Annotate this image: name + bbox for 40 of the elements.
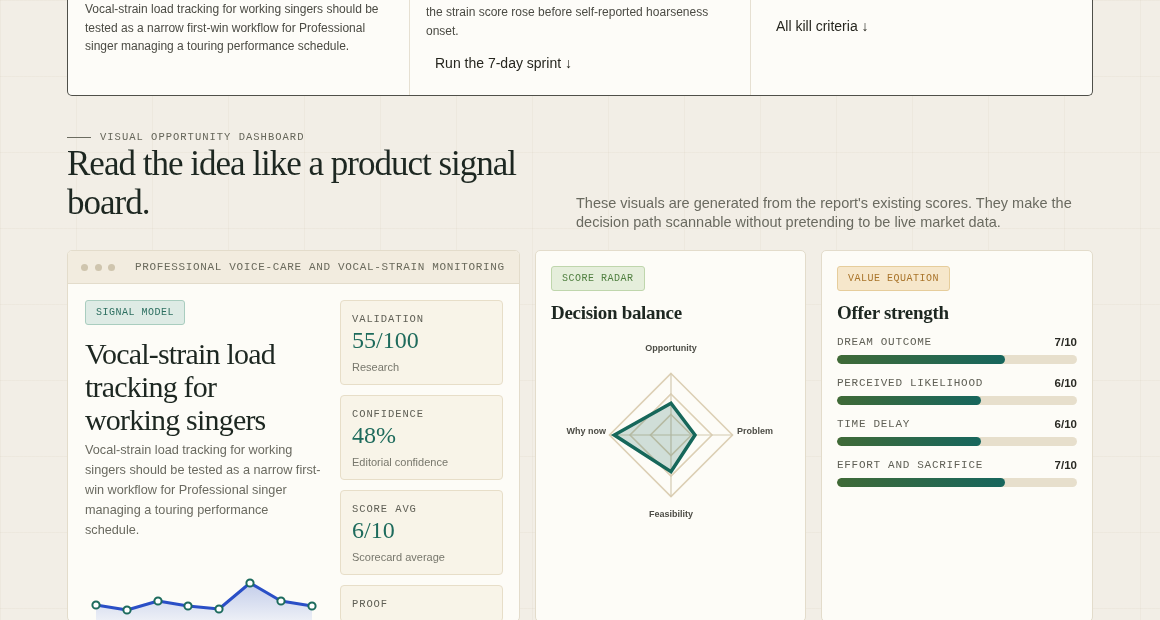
axis-label: Opportunity xyxy=(645,343,697,354)
factor-score: 6/10 xyxy=(1054,376,1077,390)
metric-label: SCORE AVG xyxy=(352,502,418,516)
section-heading: Read the idea like a product signal board. xyxy=(67,144,518,222)
summary-text: Vocal-strain load tracking for working singers should be tested as a narrow first-win workflow for Professional singer managing a touring performance schedule. xyxy=(85,1,380,55)
metric-value: 48% xyxy=(352,421,397,449)
metric-label: PROOF xyxy=(352,597,389,611)
factor-label: EFFORT AND SACRIFICE xyxy=(837,458,984,472)
axis-label: Why now xyxy=(566,426,606,437)
card-description: Vocal-strain load tracking for working singers should be tested as a narrow first-win workflow for Professional singer managing a touring performance schedule. xyxy=(85,442,322,539)
category-badge: SCORE RADAR xyxy=(551,266,645,291)
factor-label: PERCEIVED LIKELIHOOD xyxy=(837,376,984,390)
section-link[interactable]: All kill criteria ↓ xyxy=(767,13,878,39)
window-dot-icon xyxy=(94,263,102,271)
metric-label: CONFIDENCE xyxy=(352,407,425,421)
axis-label: Problem xyxy=(737,426,773,437)
category-badge: SIGNAL MODEL xyxy=(85,300,185,325)
axis-label: Feasibility xyxy=(649,509,693,520)
window-title: PROFESSIONAL VOICE-CARE AND VOCAL-STRAIN MONITORING xyxy=(135,260,505,274)
factor-score: 6/10 xyxy=(1054,417,1077,431)
metric-label: VALIDATION xyxy=(352,312,425,326)
factor-score: 7/10 xyxy=(1054,335,1077,349)
metric-caption: Research xyxy=(352,360,401,374)
metric-value: 6/10 xyxy=(352,516,396,544)
card-title: Decision balance xyxy=(551,301,683,325)
section-link[interactable]: Run the 7-day sprint ↓ xyxy=(426,50,581,76)
window-dot-icon xyxy=(81,263,88,271)
metric-caption: Editorial confidence xyxy=(352,455,449,469)
card-title: Offer strength xyxy=(837,301,950,325)
intro-text: These visuals are generated from the report's existing scores. They make the decision path scannable without pretending to be live market data. xyxy=(576,194,1073,232)
card-heading: Vocal-strain load tracking for working singers xyxy=(85,336,277,436)
summary-text: the strain score rose before self-reported hoarseness onset. xyxy=(426,4,710,40)
category-badge: VALUE EQUATION xyxy=(837,266,950,291)
window-dot-icon xyxy=(108,263,115,271)
eyebrow-label: VISUAL OPPORTUNITY DASHBOARD xyxy=(100,131,305,143)
metric-caption: Scorecard average xyxy=(352,550,446,564)
factor-label: DREAM OUTCOME xyxy=(837,335,932,349)
factor-label: TIME DELAY xyxy=(837,417,910,431)
factor-score: 7/10 xyxy=(1054,458,1077,472)
metric-value: 55/100 xyxy=(352,326,420,354)
